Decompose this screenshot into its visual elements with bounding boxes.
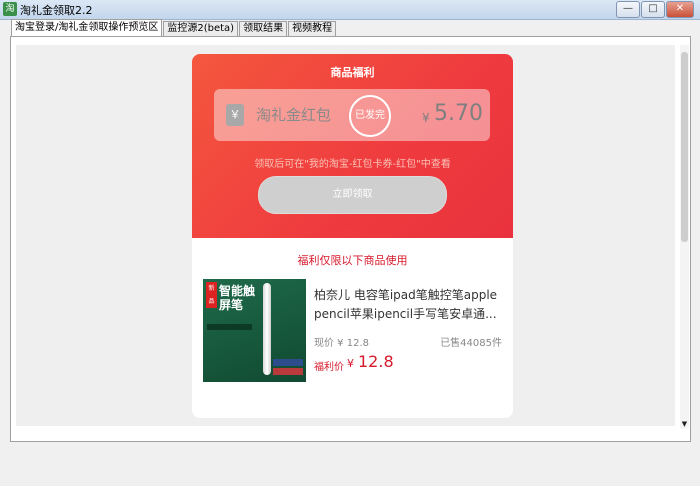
tab-strip: 淘宝登录/淘礼金领取操作预览区 监控源2(beta) 领取结果 视频教程 [11, 19, 337, 37]
claim-now-button[interactable]: 立即领取 [258, 176, 447, 214]
image-label-blue [273, 359, 303, 366]
close-button[interactable]: ✕ [666, 1, 694, 18]
coupon-name: 淘礼金红包 [256, 106, 332, 124]
coupon-amount: 5.70 [434, 101, 483, 126]
app-icon: 淘 [3, 2, 17, 16]
stylus-pen-graphic [263, 283, 271, 375]
product-image[interactable]: 新品 智能触屏笔 [203, 279, 306, 382]
welfare-price-currency: ¥ [347, 357, 354, 370]
maximize-button[interactable]: □ [641, 1, 665, 18]
product-card: 福利仅限以下商品使用 新品 智能触屏笔 柏奈儿 电容笔ipad笔触控笔apple… [192, 238, 513, 418]
welfare-card: 商品福利 ￥ 淘礼金红包 已发完 ¥ 5.70 领取后可在"我的淘宝-红包卡券-… [192, 54, 513, 238]
tab-monitor-source[interactable]: 监控源2(beta) [163, 21, 239, 36]
sold-out-badge: 已发完 [349, 95, 391, 137]
minimize-button[interactable]: — [616, 1, 640, 18]
window-title: 淘礼金领取2.2 [20, 4, 93, 17]
current-price: 现价 ¥ 12.8 [314, 338, 369, 349]
coupon-box: ￥ 淘礼金红包 已发完 ¥ 5.70 [214, 89, 490, 141]
title-bar: 淘 淘礼金领取2.2 — □ ✕ [0, 0, 700, 20]
restriction-text: 福利仅限以下商品使用 [297, 254, 408, 267]
welfare-price-label: 福利价 [314, 362, 344, 373]
card-title: 商品福利 [330, 66, 375, 79]
image-tag: 新品 [206, 282, 217, 308]
tab-video-tutorial[interactable]: 视频教程 [288, 21, 337, 36]
tab-login-preview[interactable]: 淘宝登录/淘礼金领取操作预览区 [11, 19, 163, 36]
tab-panel: 商品福利 ￥ 淘礼金红包 已发完 ¥ 5.70 领取后可在"我的淘宝-红包卡券-… [10, 36, 691, 442]
card-notch [340, 228, 358, 238]
scrollbar-thumb[interactable] [681, 52, 688, 242]
claim-hint: 领取后可在"我的淘宝-红包卡券-红包"中查看 [254, 159, 451, 170]
sold-count: 已售44085件 [440, 338, 502, 349]
tab-claim-results[interactable]: 领取结果 [239, 21, 288, 36]
embedded-browser: 商品福利 ￥ 淘礼金红包 已发完 ¥ 5.70 领取后可在"我的淘宝-红包卡券-… [16, 45, 675, 426]
coupon-currency: ¥ [422, 111, 430, 125]
image-label-red [273, 368, 303, 375]
status-bar [0, 447, 700, 486]
welfare-price-amount: 12.8 [358, 352, 394, 371]
window-controls: — □ ✕ [615, 1, 694, 18]
red-packet-icon: ￥ [226, 104, 244, 126]
product-title[interactable]: 柏奈儿 电容笔ipad笔触控笔apple pencil苹果ipencil手写笔安… [314, 286, 504, 324]
vertical-scrollbar[interactable]: ▼ [680, 45, 689, 429]
scroll-down-arrow-icon[interactable]: ▼ [680, 419, 689, 429]
image-headline: 智能触屏笔 [219, 284, 256, 312]
image-stripe [207, 324, 252, 330]
